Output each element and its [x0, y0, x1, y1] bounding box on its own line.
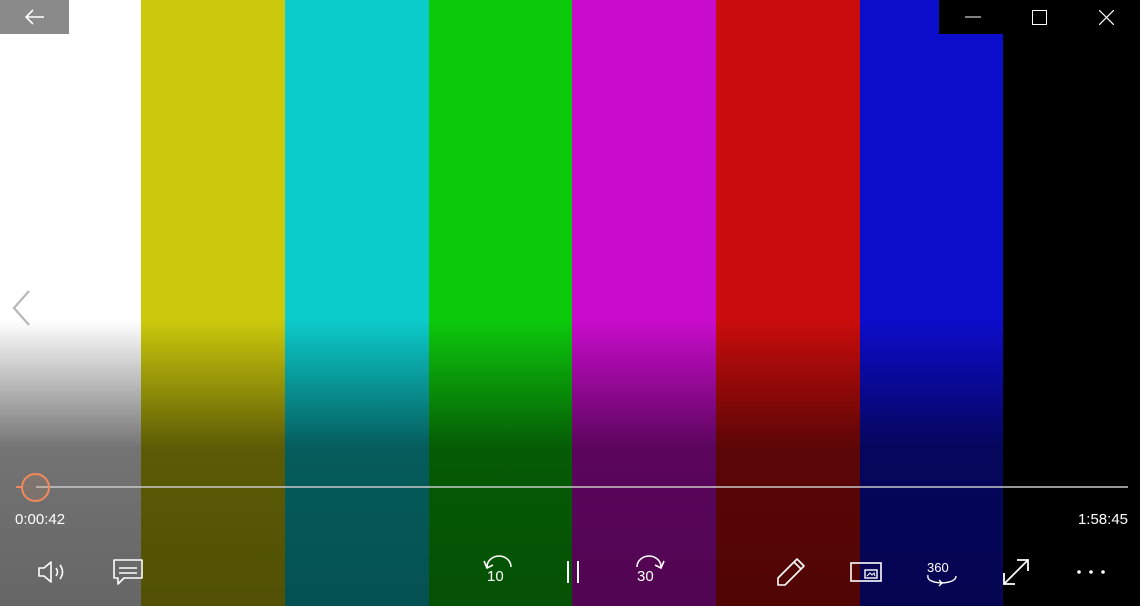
- total-time: 1:58:45: [1077, 511, 1128, 528]
- view-360-label: 360: [927, 560, 949, 575]
- pause-icon: [567, 561, 579, 583]
- fullscreen-button[interactable]: [995, 552, 1037, 592]
- skip-forward-button[interactable]: 30: [626, 552, 672, 592]
- video-frame[interactable]: [0, 0, 1140, 606]
- maximize-button[interactable]: [1006, 0, 1073, 34]
- mini-view-button[interactable]: [845, 552, 887, 592]
- minimize-button[interactable]: [939, 0, 1006, 34]
- fullscreen-icon: [1003, 559, 1029, 585]
- arrow-left-icon: [24, 9, 44, 25]
- volume-icon: [38, 561, 64, 583]
- mini-view-icon: [850, 562, 882, 582]
- view-360-button[interactable]: 360: [918, 552, 966, 592]
- color-bar: [429, 0, 572, 606]
- previous-button[interactable]: [6, 288, 36, 328]
- chevron-left-icon: [12, 290, 30, 326]
- skip-forward-label: 30: [637, 568, 654, 585]
- minimize-icon: [964, 16, 981, 18]
- color-bar: [141, 0, 285, 606]
- more-icon: [1077, 570, 1105, 574]
- pencil-icon: [777, 558, 805, 586]
- color-bar: [716, 0, 860, 606]
- close-button[interactable]: [1073, 0, 1140, 34]
- more-button[interactable]: [1070, 552, 1112, 592]
- color-bar: [860, 0, 1003, 606]
- subtitles-button[interactable]: [107, 552, 149, 592]
- seek-thumb[interactable]: [21, 473, 50, 502]
- maximize-icon: [1032, 9, 1047, 25]
- edit-button[interactable]: [770, 552, 812, 592]
- window-controls: [939, 0, 1140, 34]
- close-icon: [1099, 9, 1114, 25]
- pause-button[interactable]: [552, 552, 594, 592]
- skip-back-button[interactable]: 10: [476, 552, 522, 592]
- color-bar: [285, 0, 429, 606]
- color-bar: [572, 0, 716, 606]
- volume-button[interactable]: [32, 552, 74, 592]
- skip-back-label: 10: [487, 568, 504, 585]
- seek-bar[interactable]: [36, 486, 1128, 488]
- back-button[interactable]: [0, 0, 69, 34]
- subtitles-icon: [113, 559, 143, 585]
- elapsed-time: 0:00:42: [15, 511, 66, 528]
